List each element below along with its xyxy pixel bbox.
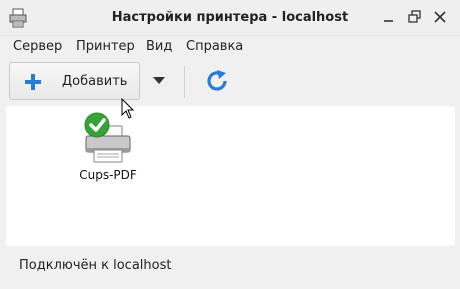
menu-server[interactable]: Сервер [13,39,62,54]
mouse-cursor-icon [121,98,135,119]
refresh-icon[interactable] [204,68,230,94]
toolbar: Добавить [0,58,460,106]
add-button-label: Добавить [62,74,128,89]
restore-icon[interactable] [407,9,423,25]
printer-item[interactable]: Cups-PDF [77,112,139,188]
status-bar: Подключён к localhost [0,248,460,289]
chevron-down-icon[interactable] [150,74,168,86]
toolbar-separator [184,66,185,98]
minimize-icon[interactable] [381,9,397,25]
menu-help[interactable]: Справка [186,39,243,54]
add-printer-button[interactable]: Добавить [9,62,140,100]
menu-bar: Сервер Принтер Вид Справка [0,36,460,58]
printer-name: Cups-PDF [79,168,137,182]
printer-list-area: Cups-PDF [6,106,455,246]
plus-icon [25,74,41,90]
title-bar: Настройки принтера - localhost [0,0,460,36]
menu-printer[interactable]: Принтер [76,39,135,54]
menu-view[interactable]: Вид [146,39,172,54]
close-icon[interactable] [432,9,448,25]
status-text: Подключён к localhost [19,258,172,273]
